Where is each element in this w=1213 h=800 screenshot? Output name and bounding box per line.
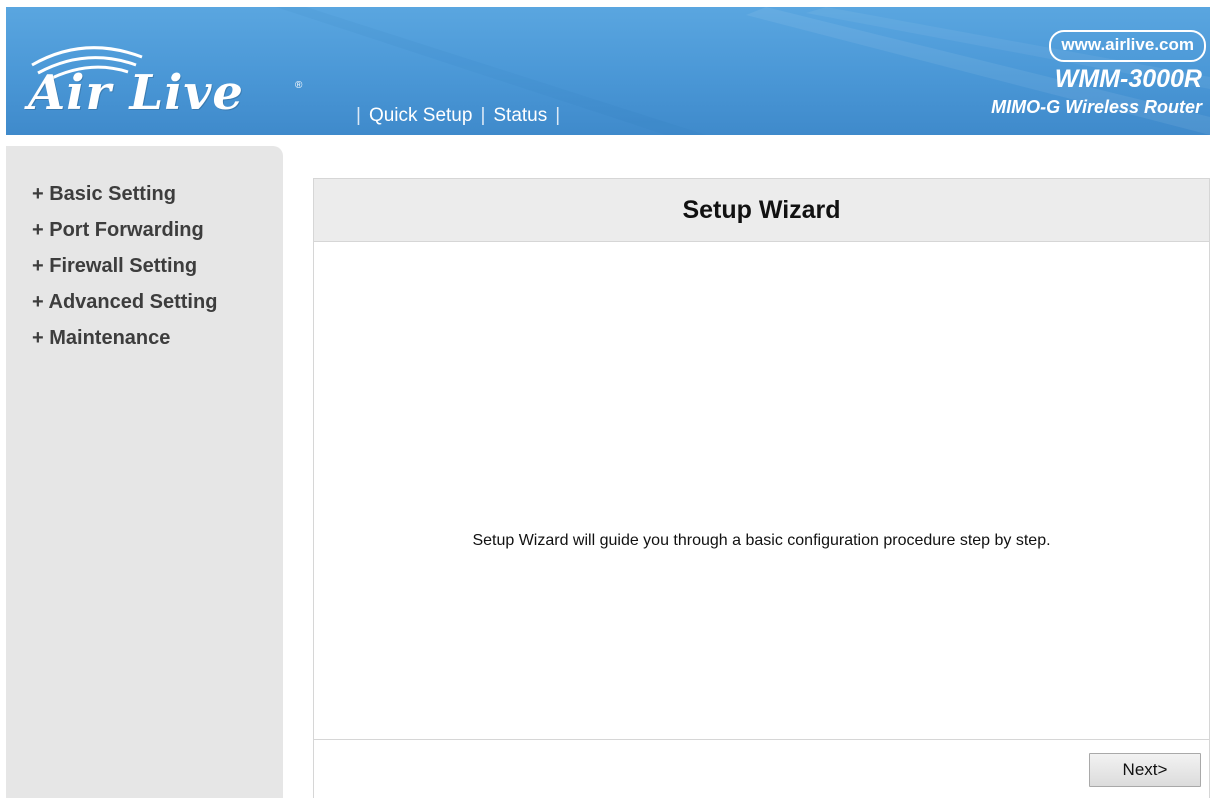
next-button[interactable]: Next> [1089, 753, 1201, 787]
sidebar-item-advanced-setting[interactable]: + Advanced Setting [32, 289, 283, 325]
nav-separator: | [480, 105, 486, 126]
sidebar-item-maintenance[interactable]: + Maintenance [32, 325, 283, 361]
nav-separator: | [555, 105, 561, 126]
wizard-description: Setup Wizard will guide you through a ba… [472, 532, 1051, 549]
panel-footer: Next> [314, 739, 1209, 800]
sidebar: + Basic Setting + Port Forwarding + Fire… [6, 146, 283, 798]
nav-status-link[interactable]: Status [493, 105, 547, 127]
model-name: WMM-3000R [1054, 65, 1202, 93]
sidebar-item-port-forwarding[interactable]: + Port Forwarding [32, 217, 283, 253]
sidebar-menu: + Basic Setting + Port Forwarding + Fire… [6, 146, 283, 361]
setup-wizard-panel: Setup Wizard Setup Wizard will guide you… [313, 178, 1210, 798]
logo-registered-mark: ® [295, 80, 303, 91]
sidebar-item-basic-setting[interactable]: + Basic Setting [32, 181, 283, 217]
model-description: MIMO-G Wireless Router [991, 97, 1202, 117]
page-title: Setup Wizard [682, 195, 841, 224]
panel-header: Setup Wizard [314, 179, 1209, 242]
panel-body: Setup Wizard will guide you through a ba… [314, 242, 1209, 739]
nav-quick-setup-link[interactable]: Quick Setup [369, 105, 473, 127]
logo-text: Air Live [28, 65, 244, 121]
header-banner: Air Live ® | Quick Setup | Status | www.… [6, 7, 1210, 135]
brand-url: www.airlive.com [1049, 30, 1206, 62]
nav-separator: | [356, 105, 361, 126]
top-navigation: | Quick Setup | Status | [356, 104, 568, 128]
sidebar-item-firewall-setting[interactable]: + Firewall Setting [32, 253, 283, 289]
